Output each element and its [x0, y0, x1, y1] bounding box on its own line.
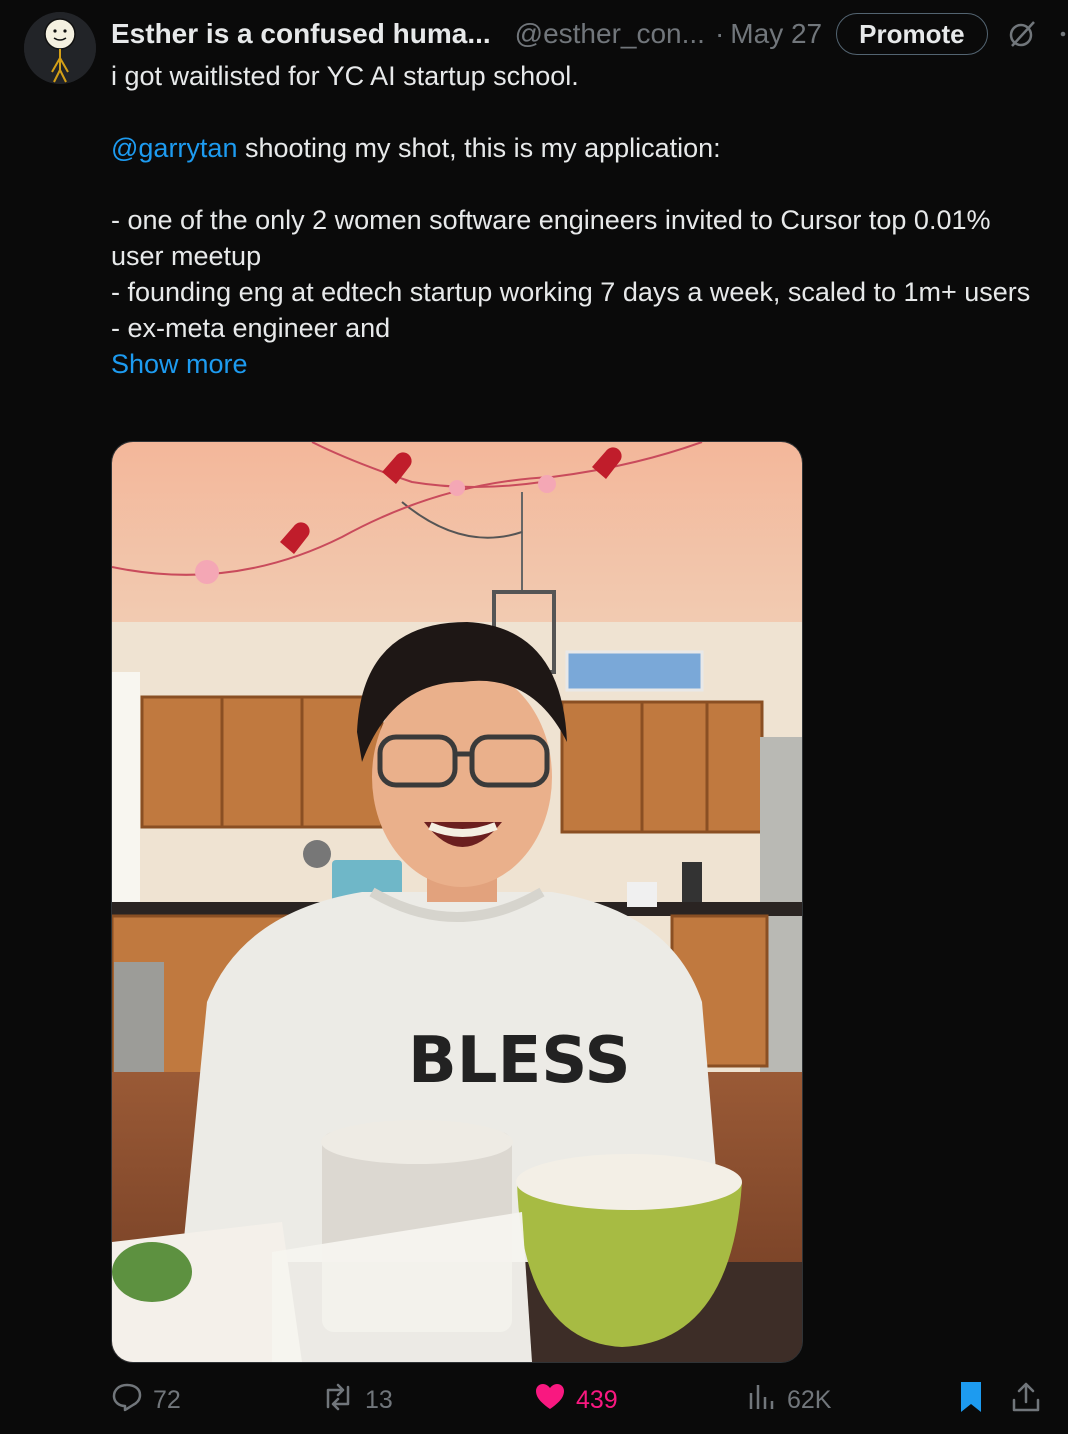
- views-count: 62K: [787, 1385, 832, 1414]
- repost-button[interactable]: 13: [321, 1378, 393, 1422]
- bookmark-button[interactable]: [957, 1378, 985, 1422]
- bookmark-icon: [957, 1380, 985, 1421]
- tweet-line-text: shooting my shot, this is my application…: [237, 133, 721, 163]
- mention-link[interactable]: @garrytan: [111, 133, 237, 163]
- like-button[interactable]: 439: [534, 1378, 618, 1422]
- separator-dot: ·: [714, 18, 725, 49]
- share-icon: [1010, 1380, 1042, 1421]
- photo-illustration: BLESS: [112, 442, 802, 1362]
- tweet-body: i got waitlisted for YC AI startup schoo…: [111, 58, 1041, 382]
- reply-icon: [111, 1381, 143, 1420]
- tweet-bullet: - ex-meta engineer and: [111, 313, 391, 343]
- tweet-date[interactable]: May 27: [730, 18, 822, 50]
- author-handle[interactable]: @esther_con...: [515, 18, 705, 50]
- tweet-actions: 72 13 439 62K: [111, 1378, 1046, 1422]
- heart-icon: [534, 1381, 566, 1420]
- tweet-bullet: - founding eng at edtech startup working…: [111, 277, 1031, 307]
- show-more-link[interactable]: Show more: [111, 346, 1041, 382]
- author-avatar[interactable]: [24, 12, 96, 84]
- tweet-photo[interactable]: BLESS: [111, 441, 803, 1363]
- promote-button[interactable]: Promote: [836, 13, 988, 55]
- grok-icon[interactable]: [1006, 18, 1038, 50]
- views-button[interactable]: 62K: [747, 1378, 831, 1422]
- like-count: 439: [576, 1385, 618, 1414]
- reply-button[interactable]: 72: [111, 1378, 181, 1422]
- share-button[interactable]: [1010, 1378, 1042, 1422]
- author-name[interactable]: Esther is a confused huma...: [111, 18, 491, 50]
- views-icon: [747, 1381, 777, 1420]
- tweet-bullet: - one of the only 2 women software engin…: [111, 205, 991, 271]
- more-icon[interactable]: [1056, 18, 1068, 50]
- tweet-header: Esther is a confused huma... @esther_con…: [111, 12, 1065, 56]
- tweet-line: @garrytan shooting my shot, this is my a…: [111, 130, 1041, 166]
- repost-icon: [321, 1381, 355, 1420]
- sweatshirt-text: BLESS: [408, 1024, 631, 1098]
- reply-count: 72: [153, 1385, 181, 1414]
- avatar-drawing: [24, 12, 96, 84]
- tweet-line: i got waitlisted for YC AI startup schoo…: [111, 61, 579, 91]
- repost-count: 13: [365, 1385, 393, 1414]
